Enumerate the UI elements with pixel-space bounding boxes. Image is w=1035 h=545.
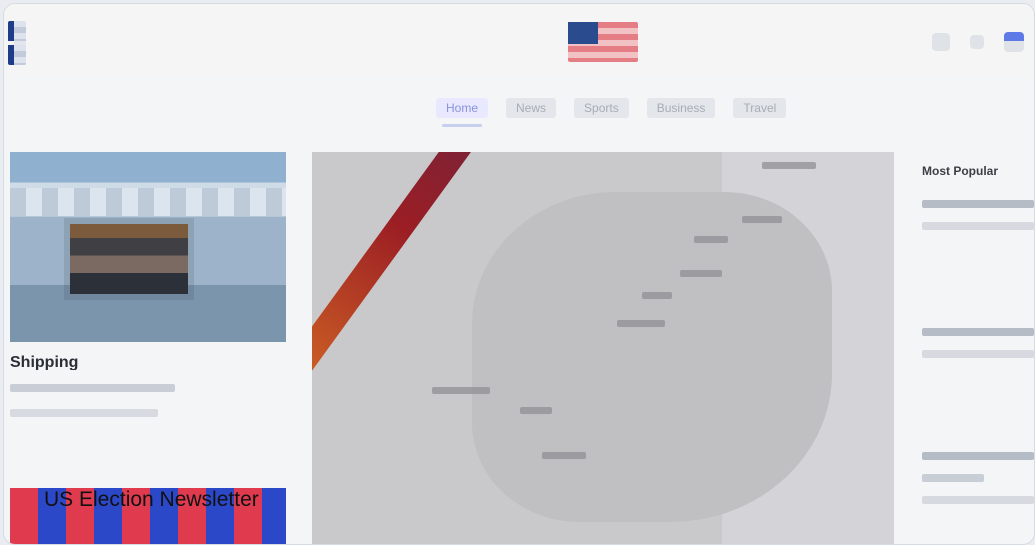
newsletter-label[interactable]: US Election Newsletter xyxy=(44,488,259,512)
map-label xyxy=(762,162,816,169)
map-label xyxy=(542,452,586,459)
map-land xyxy=(472,192,832,522)
settings-icon[interactable] xyxy=(970,35,984,49)
flag-logo[interactable] xyxy=(568,22,638,62)
right-item-line-2 xyxy=(922,222,1034,230)
right-item-line-1[interactable] xyxy=(922,200,1034,208)
map-label xyxy=(617,320,665,327)
ship xyxy=(70,224,188,294)
map-label xyxy=(680,270,722,277)
map-label xyxy=(694,236,728,243)
browser-frame: Home News Sports Business Travel Shippin… xyxy=(3,3,1035,545)
header-icons xyxy=(932,30,1024,54)
right-item-line-7 xyxy=(922,496,1034,504)
tab-sports[interactable]: Sports xyxy=(574,98,629,118)
right-item-line-4 xyxy=(922,350,1034,358)
story-title[interactable]: Shipping xyxy=(10,354,290,370)
search-icon[interactable] xyxy=(932,33,950,51)
tab-home[interactable]: Home xyxy=(436,98,489,127)
story-subtitle-2 xyxy=(10,409,158,417)
main-nav: Home News Sports Business Travel xyxy=(436,98,787,127)
map-label xyxy=(642,292,672,299)
map-label xyxy=(520,407,552,414)
right-item-line-5[interactable] xyxy=(922,452,1034,460)
tab-travel[interactable]: Travel xyxy=(733,98,787,118)
tab-business[interactable]: Business xyxy=(646,98,716,118)
map-visual[interactable] xyxy=(312,152,894,544)
right-item-line-6 xyxy=(922,474,984,482)
story-image[interactable] xyxy=(10,152,286,342)
left-flag-logo[interactable] xyxy=(8,21,26,65)
right-item-line-3[interactable] xyxy=(922,328,1034,336)
flag-canton xyxy=(568,22,598,44)
harbor-skyline xyxy=(10,188,286,216)
right-section-title: Most Popular xyxy=(922,164,999,178)
map-label xyxy=(432,387,490,394)
story-subtitle-1 xyxy=(10,384,175,392)
map-label xyxy=(742,216,782,223)
tab-news[interactable]: News xyxy=(506,98,557,118)
profile-icon[interactable] xyxy=(1004,32,1024,52)
site-header xyxy=(4,4,1034,76)
